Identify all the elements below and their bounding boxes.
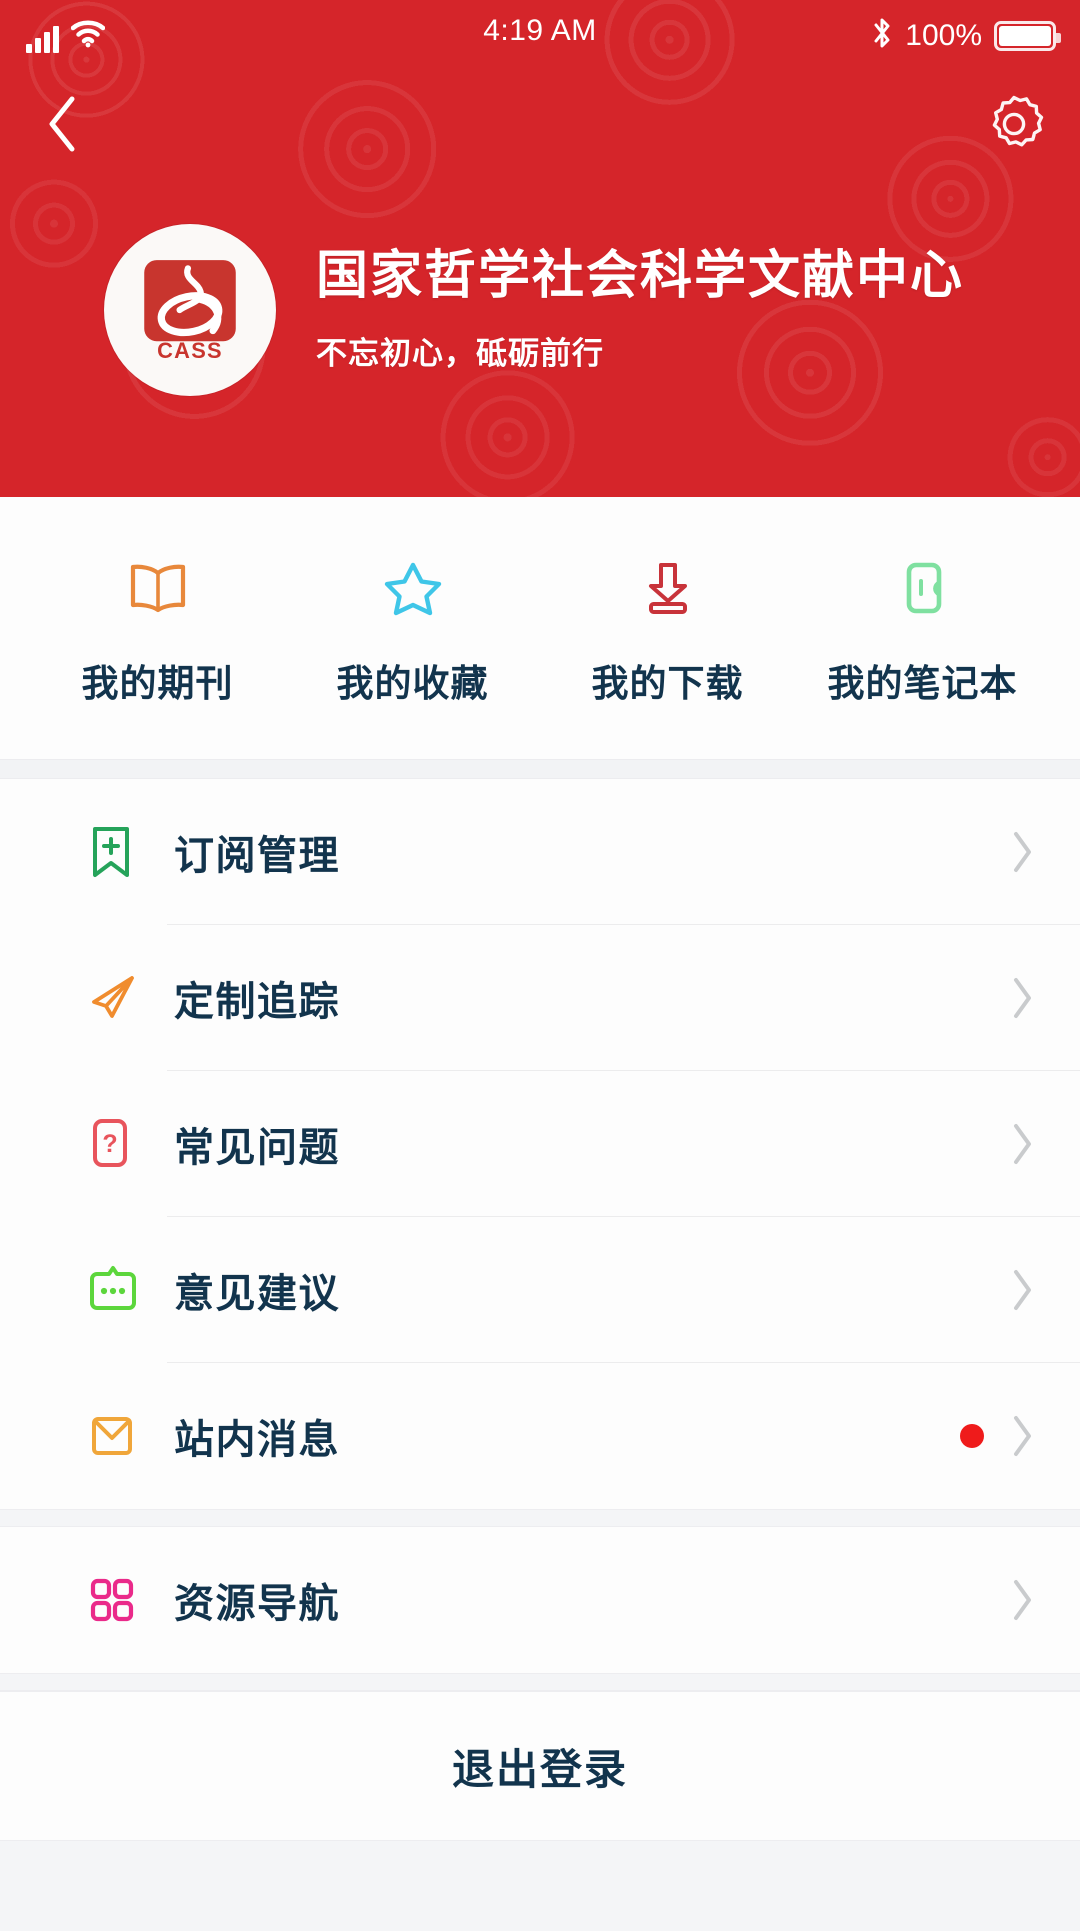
brand-text: 国家哲学社会科学文献中心 不忘初心，砥砺前行: [316, 247, 964, 374]
menu-item-custom-tracking[interactable]: 定制追踪: [0, 925, 1080, 1071]
menu-item-accessory: [1010, 1071, 1036, 1217]
chevron-right-icon: [1014, 978, 1031, 1018]
menu-item-resource-navigation[interactable]: 资源导航: [0, 1527, 1080, 1673]
profile-header: 4:19 AM 100% CASS 国家哲学社会科学文献中心 不忘初心，砥砺前行: [0, 0, 1080, 497]
feedback-icon: [88, 1264, 142, 1316]
chevron-right-icon: [1014, 832, 1031, 872]
menu-item-label: 订阅管理: [174, 834, 340, 878]
quick-action-my-journals[interactable]: 我的期刊: [30, 549, 285, 707]
notebook-icon: [892, 549, 954, 627]
menu-item-faq[interactable]: ? 常见问题: [0, 1071, 1080, 1217]
header-nav-row: [0, 78, 1080, 168]
quick-action-my-downloads[interactable]: 我的下载: [540, 549, 795, 707]
section-gap: [0, 759, 1080, 779]
status-badge: [960, 1424, 984, 1448]
avatar[interactable]: CASS: [104, 224, 276, 396]
settings-button[interactable]: [974, 84, 1054, 164]
menu-item-label: 资源导航: [174, 1582, 340, 1626]
logout-button[interactable]: 退出登录: [0, 1691, 1080, 1841]
back-button[interactable]: [22, 84, 102, 164]
menu-group-primary: 订阅管理 定制追踪 ? 常见问题 意见建议 站内消息: [0, 779, 1080, 1509]
chevron-right-icon: [1014, 1270, 1031, 1310]
back-chevron-icon: [49, 96, 75, 152]
chevron-right-icon: [1014, 1416, 1031, 1456]
quick-actions-row: 我的期刊 我的收藏 我的下载 我的笔记本: [0, 497, 1080, 759]
menu-item-subscription-management[interactable]: 订阅管理: [0, 779, 1080, 925]
menu-group-secondary: 资源导航: [0, 1527, 1080, 1673]
menu-item-label: 站内消息: [174, 1418, 340, 1462]
page-title: 国家哲学社会科学文献中心: [316, 246, 965, 305]
menu-item-accessory: [960, 1363, 1036, 1509]
menu-item-accessory: [1010, 779, 1036, 925]
bottom-spacer: [0, 1841, 1080, 1931]
quick-action-my-favorites[interactable]: 我的收藏: [285, 549, 540, 707]
menu-item-accessory: [1010, 1217, 1036, 1363]
open-book-icon: [127, 549, 189, 627]
menu-item-label: 常见问题: [174, 1126, 340, 1170]
brand-block: CASS 国家哲学社会科学文献中心 不忘初心，砥砺前行: [0, 190, 1080, 430]
bookmark-plus-icon: [88, 825, 142, 879]
menu-item-site-messages[interactable]: 站内消息: [0, 1363, 1080, 1509]
menu-item-accessory: [1010, 925, 1036, 1071]
svg-text:CASS: CASS: [157, 338, 223, 362]
status-bar: 4:19 AM 100%: [0, 0, 1080, 70]
envelope-icon: [88, 1410, 142, 1462]
quick-action-label: 我的期刊: [81, 663, 234, 704]
star-icon: [382, 549, 444, 627]
app-screen: 4:19 AM 100% CASS 国家哲学社会科学文献中心 不忘初心，砥砺前行…: [0, 0, 1080, 1931]
download-icon: [637, 549, 699, 627]
chevron-right-icon: [1014, 1580, 1031, 1620]
section-gap: [0, 1673, 1080, 1691]
quick-action-label: 我的下载: [591, 663, 744, 704]
section-gap: [0, 1509, 1080, 1527]
menu-item-feedback[interactable]: 意见建议: [0, 1217, 1080, 1363]
logout-label: 退出登录: [451, 1745, 628, 1793]
page-subtitle: 不忘初心，砥砺前行: [316, 336, 604, 372]
question-card-icon: ?: [88, 1117, 142, 1171]
quick-action-label: 我的收藏: [336, 663, 489, 704]
gear-icon: [992, 95, 1044, 147]
paper-plane-icon: [88, 972, 142, 1024]
menu-item-accessory: [1010, 1527, 1036, 1673]
menu-item-label: 定制追踪: [174, 980, 340, 1024]
quick-action-my-notebook[interactable]: 我的笔记本: [795, 549, 1050, 707]
battery-percent-label: 100%: [905, 18, 982, 52]
battery-full-icon: [994, 20, 1061, 51]
status-bar-right: 100%: [871, 16, 1061, 55]
cass-logo-icon: CASS: [144, 260, 236, 362]
chevron-right-icon: [1014, 1124, 1031, 1164]
menu-item-label: 意见建议: [174, 1272, 340, 1316]
quick-action-label: 我的笔记本: [827, 663, 1018, 704]
grid-icon: [88, 1576, 142, 1624]
bluetooth-icon: [871, 16, 893, 55]
svg-text:?: ?: [102, 1130, 117, 1158]
